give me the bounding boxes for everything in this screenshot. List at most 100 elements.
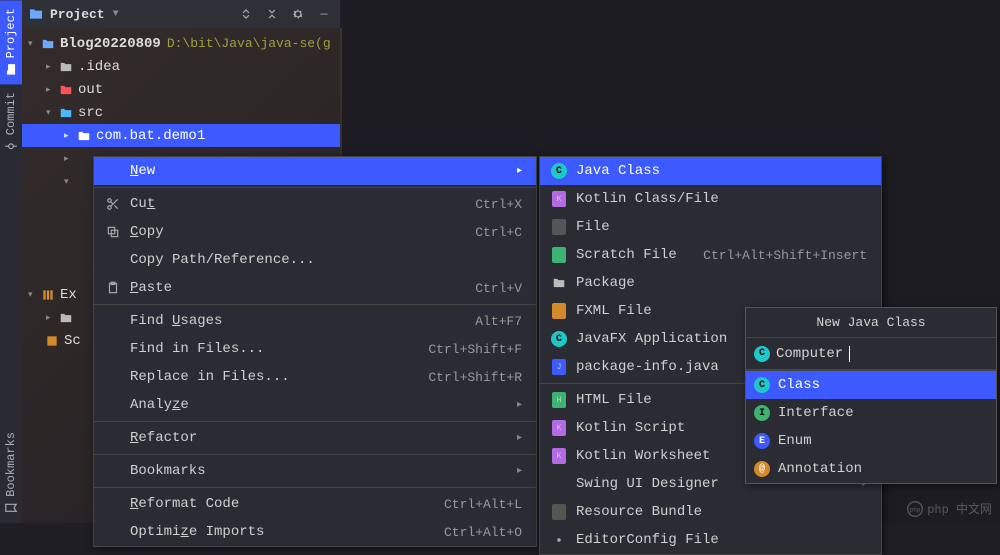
root-path: D:\bit\Java\java-se(g bbox=[167, 36, 331, 51]
bookmark-icon bbox=[4, 501, 18, 515]
menu-label: Cut bbox=[130, 196, 155, 212]
node-label: Ex bbox=[60, 287, 77, 303]
dialog-input-row[interactable]: C Computer bbox=[746, 338, 996, 370]
menu-label: Package bbox=[576, 275, 635, 291]
menu-label: Copy Path/Reference... bbox=[130, 252, 315, 268]
html-icon: H bbox=[552, 392, 566, 408]
gear-icon bbox=[550, 533, 568, 547]
menu-item-resource-bundle[interactable]: Resource Bundle bbox=[540, 498, 881, 526]
option-class[interactable]: C Class bbox=[746, 371, 996, 399]
paste-icon bbox=[104, 281, 122, 295]
scratch-icon bbox=[552, 247, 566, 263]
php-logo-icon: php bbox=[907, 501, 923, 517]
copy-icon bbox=[104, 225, 122, 239]
menu-item-reformat[interactable]: Reformat Code Ctrl+Alt+L bbox=[94, 490, 536, 518]
collapse-all-button[interactable] bbox=[262, 4, 282, 24]
library-icon bbox=[40, 288, 56, 302]
menu-label: package-info.java bbox=[576, 359, 719, 375]
expand-all-button[interactable] bbox=[236, 4, 256, 24]
menu-label: Refactor bbox=[130, 430, 197, 446]
package-icon bbox=[550, 276, 568, 290]
interface-icon: I bbox=[754, 405, 770, 421]
option-annotation[interactable]: @ Annotation bbox=[746, 455, 996, 483]
option-label: Class bbox=[778, 377, 820, 393]
menu-item-replace-in-files[interactable]: Replace in Files... Ctrl+Shift+R bbox=[94, 363, 536, 391]
menu-item-refactor[interactable]: Refactor ▸ bbox=[94, 424, 536, 452]
chevron-right-icon[interactable]: ▸ bbox=[64, 154, 74, 164]
fxml-icon bbox=[552, 303, 566, 319]
menu-label: Replace in Files... bbox=[130, 369, 290, 385]
class-icon: C bbox=[754, 377, 770, 393]
menu-item-cut[interactable]: Cut Ctrl+X bbox=[94, 190, 536, 218]
chevron-down-icon[interactable]: ▼ bbox=[113, 9, 119, 20]
menu-item-file[interactable]: File bbox=[540, 213, 881, 241]
chevron-down-icon[interactable]: ▾ bbox=[46, 108, 56, 118]
tree-node-idea[interactable]: ▸ .idea bbox=[22, 55, 340, 78]
folder-icon bbox=[4, 62, 18, 76]
shortcut: Ctrl+C bbox=[475, 225, 522, 240]
tree-node-out[interactable]: ▸ out bbox=[22, 78, 340, 101]
menu-item-find-in-files[interactable]: Find in Files... Ctrl+Shift+F bbox=[94, 335, 536, 363]
menu-item-paste[interactable]: Paste Ctrl+V bbox=[94, 274, 536, 302]
root-label: Blog20220809 bbox=[60, 36, 161, 52]
chevron-right-icon: ▸ bbox=[517, 465, 522, 477]
file-icon bbox=[552, 219, 566, 235]
menu-label: JavaFX Application bbox=[576, 331, 727, 347]
project-tab[interactable]: Project bbox=[0, 0, 22, 84]
menu-item-new[interactable]: New ▸ bbox=[94, 157, 536, 185]
option-enum[interactable]: E Enum bbox=[746, 427, 996, 455]
scissors-icon bbox=[104, 197, 122, 211]
watermark-text: php 中文网 bbox=[927, 500, 992, 517]
menu-item-optimize[interactable]: Optimize Imports Ctrl+Alt+O bbox=[94, 518, 536, 546]
panel-title: Project bbox=[50, 7, 105, 22]
menu-label: FXML File bbox=[576, 303, 652, 319]
menu-label: Kotlin Worksheet bbox=[576, 448, 710, 464]
menu-item-find-usages[interactable]: Find Usages Alt+F7 bbox=[94, 307, 536, 335]
chevron-right-icon[interactable]: ▸ bbox=[46, 62, 56, 72]
bookmarks-tab[interactable]: Bookmarks bbox=[0, 424, 22, 523]
hide-button[interactable]: — bbox=[314, 4, 334, 24]
chevron-down-icon[interactable]: ▾ bbox=[28, 39, 38, 49]
menu-item-copy[interactable]: Copy Ctrl+C bbox=[94, 218, 536, 246]
settings-button[interactable] bbox=[288, 4, 308, 24]
menu-item-java-class[interactable]: C Java Class bbox=[540, 157, 881, 185]
chevron-down-icon[interactable]: ▾ bbox=[28, 290, 38, 300]
menu-item-bookmarks[interactable]: Bookmarks ▸ bbox=[94, 457, 536, 485]
shortcut: Ctrl+Alt+L bbox=[444, 497, 522, 512]
menu-label: Swing UI Designer bbox=[576, 476, 719, 492]
chevron-down-icon[interactable]: ▾ bbox=[64, 177, 74, 187]
menu-label: Bookmarks bbox=[130, 463, 206, 479]
menu-separator bbox=[94, 187, 536, 188]
class-name-input[interactable]: Computer bbox=[776, 346, 843, 362]
chevron-right-icon[interactable]: ▸ bbox=[64, 131, 74, 141]
gear-icon bbox=[291, 7, 305, 21]
menu-item-copy-path[interactable]: Copy Path/Reference... bbox=[94, 246, 536, 274]
node-label: src bbox=[78, 105, 103, 121]
menu-item-editorconfig[interactable]: EditorConfig File bbox=[540, 526, 881, 554]
menu-label: EditorConfig File bbox=[576, 532, 719, 548]
tree-node-src[interactable]: ▾ src bbox=[22, 101, 340, 124]
menu-item-analyze[interactable]: Analyze ▸ bbox=[94, 391, 536, 419]
shortcut: Ctrl+Alt+O bbox=[444, 525, 522, 540]
menu-item-scratch[interactable]: Scratch File Ctrl+Alt+Shift+Insert bbox=[540, 241, 881, 269]
tree-root[interactable]: ▾ Blog20220809 D:\bit\Java\java-se(g bbox=[22, 32, 340, 55]
shortcut: Ctrl+Shift+F bbox=[428, 342, 522, 357]
node-label: com.bat.demo1 bbox=[96, 128, 205, 144]
chevron-right-icon[interactable]: ▸ bbox=[46, 85, 56, 95]
menu-separator bbox=[94, 454, 536, 455]
option-label: Interface bbox=[778, 405, 854, 421]
menu-label: Kotlin Script bbox=[576, 420, 685, 436]
menu-label: Kotlin Class/File bbox=[576, 191, 719, 207]
commit-tab[interactable]: Commit bbox=[0, 84, 22, 161]
chevron-right-icon[interactable]: ▸ bbox=[46, 313, 56, 323]
dialog-title: New Java Class bbox=[746, 308, 996, 338]
package-icon bbox=[76, 129, 92, 143]
menu-item-package[interactable]: Package bbox=[540, 269, 881, 297]
new-java-class-dialog: New Java Class C Computer C Class I Inte… bbox=[745, 307, 997, 484]
tree-node-package[interactable]: ▸ com.bat.demo1 bbox=[22, 124, 340, 147]
menu-label: Java Class bbox=[576, 163, 660, 179]
java-icon: J bbox=[552, 359, 566, 375]
menu-separator bbox=[94, 304, 536, 305]
option-interface[interactable]: I Interface bbox=[746, 399, 996, 427]
menu-item-kotlin-class[interactable]: K Kotlin Class/File bbox=[540, 185, 881, 213]
